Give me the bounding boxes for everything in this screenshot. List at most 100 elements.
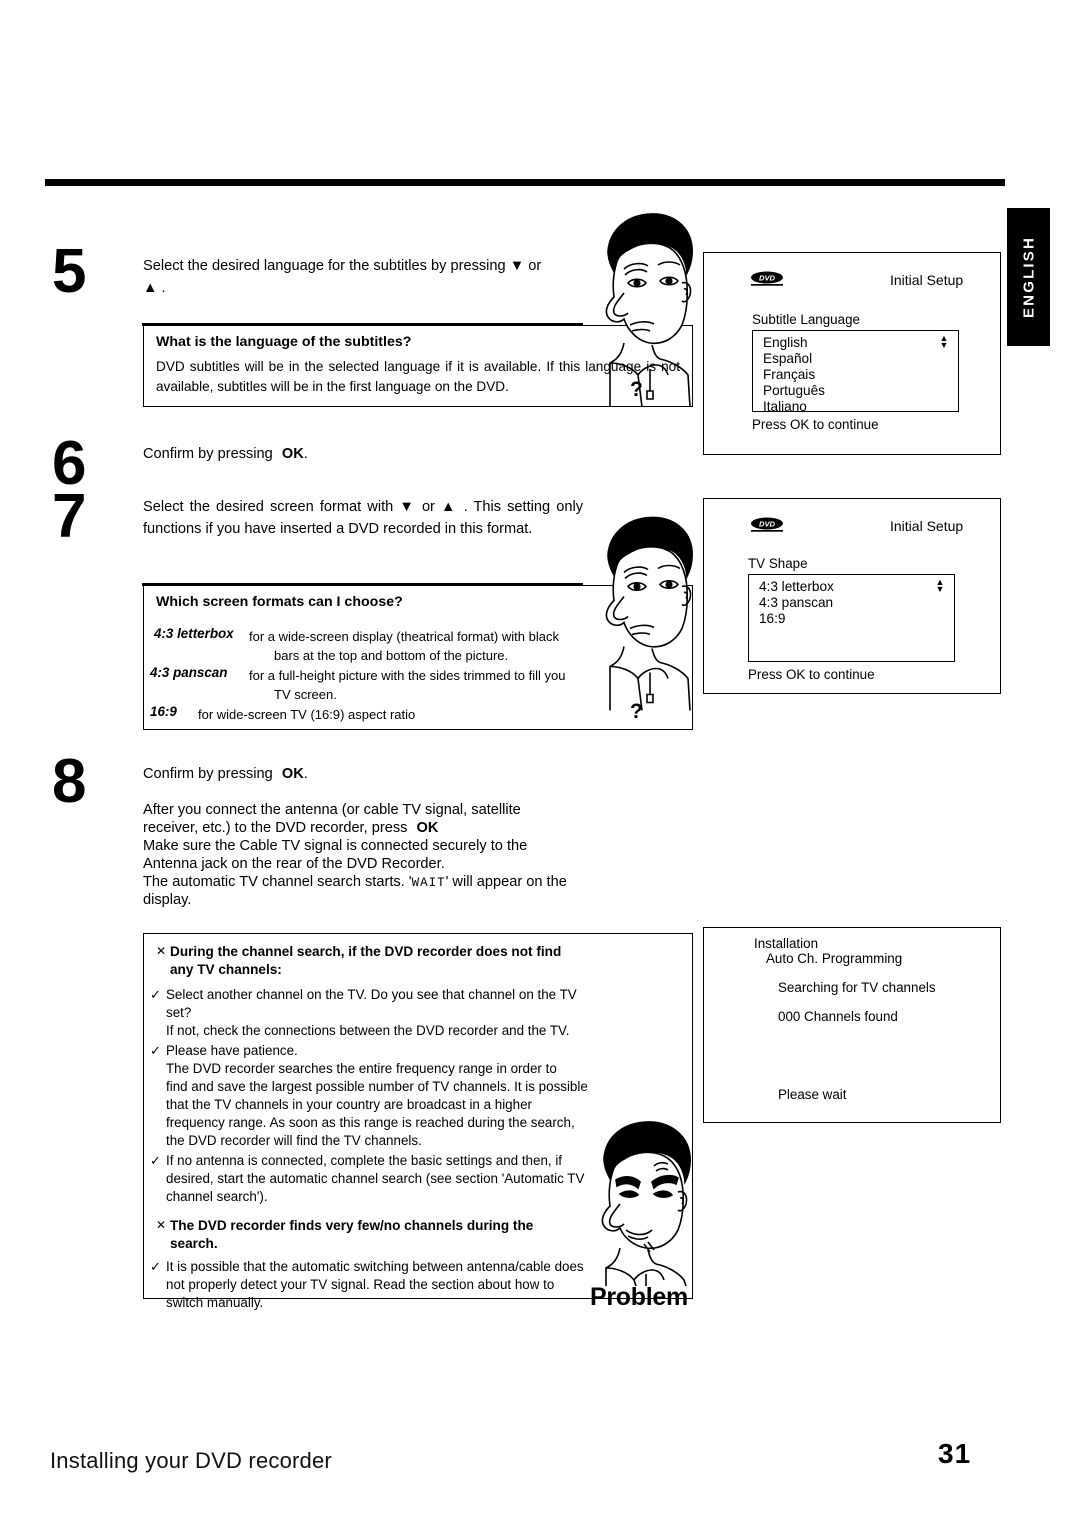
problem-item-2-line2: The DVD recorder searches the entire fre…	[166, 1061, 557, 1076]
down-triangle-icon-2: ▼	[399, 499, 416, 515]
step-7-text-b: . This setting	[463, 499, 551, 515]
check-mark-icon-3: ✓	[150, 1153, 161, 1168]
format-desc-169-line1: for wide-screen TV (16:9) aspect ratio	[198, 707, 416, 722]
problem-item-2-line3: find and save the largest possible numbe…	[166, 1079, 588, 1094]
list-option-169[interactable]: 16:9	[759, 610, 785, 628]
cartoon-thinking-man-2	[594, 508, 698, 713]
x-mark-icon-2: ✕	[156, 1218, 167, 1232]
problem-item-4-line2: not properly detect your TV signal. Read…	[166, 1277, 555, 1292]
problem-item-1-line3: If not, check the connections between th…	[166, 1023, 570, 1038]
installation-line-3: Searching for TV channels	[778, 980, 936, 995]
problem-item-1-line2: set?	[166, 1005, 192, 1020]
problem-item-4-line3: switch manually.	[166, 1295, 264, 1310]
language-tab-label: ENGLISH	[1020, 235, 1037, 319]
format-desc-panscan-line1: for a full-height picture with the sides…	[249, 668, 566, 683]
format-term-letterbox: 4:3 letterbox	[154, 626, 234, 641]
screen-footer-hint: Press OK to continue	[752, 417, 879, 432]
manual-page: ENGLISH 5 Select the desired language fo…	[0, 0, 1080, 1514]
down-triangle-icon: ▼	[509, 258, 525, 274]
step-8-confirm: Confirm by pressing OK.	[143, 764, 583, 786]
cartoon-angry-man	[588, 1118, 698, 1287]
installation-line-5: Please wait	[778, 1087, 847, 1102]
scroll-updown-icon-2[interactable]: ▲ ▼	[934, 578, 946, 594]
format-term-169: 16:9	[150, 704, 177, 719]
step-8-p1b: receiver, etc.) to the DVD recorder, pre…	[143, 820, 408, 836]
problem-heading-1-line2: any TV channels:	[170, 962, 282, 977]
step-5-instruction: Select the desired language for the subt…	[143, 256, 583, 278]
step-8-p2b: Antenna jack on the rear of the DVD Reco…	[143, 856, 445, 872]
format-desc-letterbox-line1: for a wide-screen display (theatrical fo…	[249, 629, 559, 644]
problem-heading-1-line1: During the channel search, if the DVD re…	[170, 944, 562, 959]
language-tab: ENGLISH	[1007, 208, 1050, 346]
step-7-text-a: Select the desired screen format with	[143, 499, 394, 515]
ok-button-label-6: OK	[281, 446, 304, 462]
screen-header-2: Initial Setup	[890, 518, 964, 534]
step-8-p1a: After you connect the antenna (or cable …	[143, 802, 521, 818]
tip-box-top-bar-2	[142, 583, 584, 586]
tv-screen-installation: Installation Auto Ch. Programming Search…	[703, 927, 1001, 1123]
step-number-5: 5	[52, 237, 87, 306]
step-6-instruction: Confirm by pressing OK.	[143, 444, 583, 466]
x-mark-icon-1: ✕	[156, 944, 167, 958]
step-5-text: Select the desired language for the subt…	[143, 258, 506, 274]
up-triangle-icon: ▲	[143, 280, 158, 296]
step-8-paragraph-3c: display.	[143, 890, 583, 912]
list-option-italiano[interactable]: Italiano	[763, 398, 807, 416]
problem-item-3-line3: channel search').	[166, 1189, 268, 1204]
problem-item-4-line1: It is possible that the automatic switch…	[166, 1259, 584, 1274]
problem-heading-2-line2: search.	[170, 1236, 218, 1251]
lcd-display-text: WAIT	[411, 876, 446, 890]
header-rule	[45, 179, 1005, 186]
step-number-8: 8	[52, 747, 87, 816]
screen-footer-hint-2: Press OK to continue	[748, 667, 875, 682]
step-8-p3a: The automatic TV channel search starts. …	[143, 874, 412, 890]
tv-screen-subtitle-language: DVD Initial Setup Subtitle Language Engl…	[703, 252, 1001, 455]
step-8-p3b: ' will appear on the	[445, 874, 567, 890]
screen-field-label: Subtitle Language	[752, 312, 860, 327]
format-desc-letterbox-line2: bars at the top and bottom of the pictur…	[274, 648, 509, 663]
footer-section-title: Installing your DVD recorder	[50, 1448, 332, 1473]
tip-box-top-bar	[142, 323, 584, 326]
step-8-p2a: Make sure the Cable TV signal is connect…	[143, 838, 528, 854]
step-8-period: .	[303, 766, 308, 782]
step-number-7: 7	[52, 482, 87, 551]
problem-item-3-line1: If no antenna is connected, complete the…	[166, 1153, 563, 1168]
problem-label: Problem	[590, 1283, 688, 1311]
format-term-panscan: 4:3 panscan	[150, 665, 228, 680]
scroll-updown-icon[interactable]: ▲ ▼	[938, 334, 950, 350]
tv-shape-list[interactable]: 4:3 letterbox 4:3 panscan 16:9 ▲ ▼	[748, 574, 955, 662]
ok-button-label-8: OK	[281, 766, 304, 782]
dvd-logo-icon-2: DVD	[750, 517, 784, 538]
installation-line-2: Auto Ch. Programming	[766, 951, 903, 966]
up-triangle-icon-2: ▲	[441, 499, 458, 515]
check-mark-icon-4: ✓	[150, 1259, 161, 1274]
step-7-instruction: Select the desired screen format with ▼ …	[143, 497, 583, 540]
check-mark-icon-1: ✓	[150, 987, 161, 1002]
question-mark-icon-2: ?	[630, 700, 643, 723]
subtitle-language-list[interactable]: English Español Français Português Itali…	[752, 330, 959, 414]
screen-header: Initial Setup	[890, 272, 964, 288]
step-7-or: or	[421, 499, 435, 515]
step-8-p3c: display.	[143, 892, 192, 908]
format-desc-panscan-line2: TV screen.	[274, 687, 337, 702]
tv-screen-tv-shape: DVD Initial Setup TV Shape 4:3 letterbox…	[703, 498, 1001, 694]
step-6-period: .	[303, 446, 308, 462]
step-6-text: Confirm by pressing	[143, 446, 273, 462]
problem-item-3-line2: desired, start the automatic channel sea…	[166, 1171, 585, 1186]
screen-field-label-2: TV Shape	[748, 556, 808, 571]
check-mark-icon-2: ✓	[150, 1043, 161, 1058]
step-5-or: or	[528, 258, 542, 274]
cartoon-thinking-man-1	[594, 207, 698, 408]
problem-item-1-line1: Select another channel on the TV. Do you…	[166, 987, 577, 1002]
problem-item-2-line1: Please have patience.	[166, 1043, 298, 1058]
question-mark-icon-1: ?	[630, 378, 643, 401]
step-8-confirm-text: Confirm by pressing	[143, 766, 273, 782]
dvd-logo-icon: DVD	[750, 271, 784, 292]
step-5-instruction-line2: ▲ .	[143, 278, 583, 300]
page-number: 31	[938, 1438, 972, 1469]
ok-button-label-8b: OK	[416, 820, 439, 836]
step-7-text-d: format.	[486, 520, 533, 537]
svg-text:DVD: DVD	[759, 274, 776, 283]
installation-line-4: 000 Channels found	[778, 1009, 898, 1024]
problem-item-2-line4: that the TV channels in your country are…	[166, 1097, 532, 1112]
